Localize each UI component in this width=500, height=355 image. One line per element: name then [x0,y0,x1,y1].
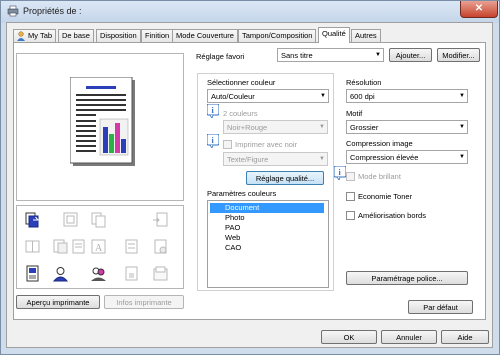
stamp-icon [154,239,167,254]
two-colors-label: 2 couleurs [223,109,258,118]
compression-value: Compression élevée [350,153,419,162]
box-save-icon [153,266,168,281]
print-black-dropdown[interactable]: Texte/Figure ▼ [223,152,328,166]
chevron-down-icon: ▼ [375,52,381,58]
user-auth-icon [52,267,69,282]
zoom-icon [63,212,78,227]
select-color-dropdown[interactable]: Auto/Couleur ▼ [207,89,329,103]
window-title: Propriétés de : [23,6,82,16]
color-params-list[interactable]: Document Photo PAO Web CAO [207,200,329,288]
resolution-label: Résolution [346,78,382,87]
copies-icon [91,212,106,228]
tab-tampon-composition[interactable]: Tampon/Composition [238,29,317,42]
chevron-down-icon: ▼ [319,156,325,162]
help-button[interactable]: Aide [441,330,489,344]
printer-view-button[interactable]: Aperçu imprimante [16,295,100,309]
compression-dropdown[interactable]: Compression élevée ▼ [346,150,468,164]
favorite-setting-select[interactable]: Sans titre ▼ [277,48,384,62]
tab-my-tab[interactable]: My Tab [13,29,57,42]
pages-per-sheet-icon [25,212,40,228]
list-item[interactable]: Document [210,203,324,213]
tab-qualite[interactable]: Qualité [318,27,350,43]
document-preview-icon [70,77,135,166]
modify-favorite-button[interactable]: Modifier... [437,48,480,62]
tab-disposition[interactable]: Disposition [96,29,141,42]
watermark-icon [125,239,138,254]
duplex-icon [25,240,40,253]
printer-info-button[interactable]: Infos imprimante [104,295,184,309]
close-button[interactable]: ✕ [460,1,498,18]
tab-finition[interactable]: Finition [141,29,174,42]
ok-button[interactable]: OK [321,330,377,344]
add-favorite-button[interactable]: Ajouter... [389,48,432,62]
tab-my-tab-label: My Tab [28,31,53,40]
chevron-down-icon: ▼ [459,154,465,160]
account-track-icon [91,267,106,281]
select-color-label: Sélectionner couleur [207,78,276,87]
print-black-value: Texte/Figure [227,155,269,164]
pattern-label: Motif [346,109,363,118]
edge-enhance-checkbox[interactable] [346,211,355,220]
edge-enhance-label: Améliorisation bords [358,211,426,220]
favorite-setting-value: Sans titre [281,51,313,60]
toner-save-checkbox[interactable] [346,192,355,201]
title-bar[interactable]: Propriétés de : ✕ [1,1,499,23]
favorite-setting-label: Réglage favori [196,52,245,61]
glossy-mode-checkbox[interactable] [346,172,355,181]
info-icon: i [207,134,219,148]
chevron-down-icon: ▼ [459,93,465,99]
stack-icon [72,239,85,254]
secure-print-icon [125,266,138,281]
resolution-dropdown[interactable]: 600 dpi ▼ [346,89,468,103]
list-item[interactable]: Web [210,233,324,243]
chevron-down-icon: ▼ [319,124,325,130]
glossy-mode-label: Mode brillant [358,172,401,181]
color-params-label: Paramètres couleurs [207,189,277,198]
two-colors-value: Noir+Rouge [227,123,268,132]
info-icon: i [334,166,346,180]
print-preview-pane [16,53,184,201]
tab-de-base[interactable]: De base [58,29,94,42]
cancel-button[interactable]: Annuler [381,330,437,344]
printer-icon [7,5,19,17]
print-black-checkbox[interactable] [223,140,232,149]
compression-label: Compression image [346,139,413,148]
booklet-icon [53,239,68,254]
document-arrow-icon [153,212,168,227]
list-item[interactable]: PAO [210,223,324,233]
font-settings-button[interactable]: Paramétrage police... [346,271,468,285]
mobile-device-icon [26,265,39,282]
tab-mode-couverture[interactable]: Mode Couverture [172,29,238,42]
select-color-value: Auto/Couleur [211,92,255,101]
user-icon [17,31,25,41]
font-icon: A [91,239,106,254]
tab-autres[interactable]: Autres [351,29,381,42]
two-colors-dropdown[interactable]: Noir+Rouge ▼ [223,120,328,134]
info-icon: i [207,104,219,118]
pattern-value: Grossier [350,123,379,132]
quality-settings-button[interactable]: Réglage qualité... [246,171,324,185]
print-black-label: Imprimer avec noir [235,140,298,149]
chevron-down-icon: ▼ [459,124,465,130]
chevron-down-icon: ▼ [320,93,326,99]
list-item[interactable]: CAO [210,243,324,253]
toner-save-label: Economie Toner [358,192,413,201]
svg-text:A: A [95,243,103,254]
pattern-dropdown[interactable]: Grossier ▼ [346,120,468,134]
default-button[interactable]: Par défaut [408,300,473,314]
list-item[interactable]: Photo [210,213,324,223]
resolution-value: 600 dpi [350,92,375,101]
